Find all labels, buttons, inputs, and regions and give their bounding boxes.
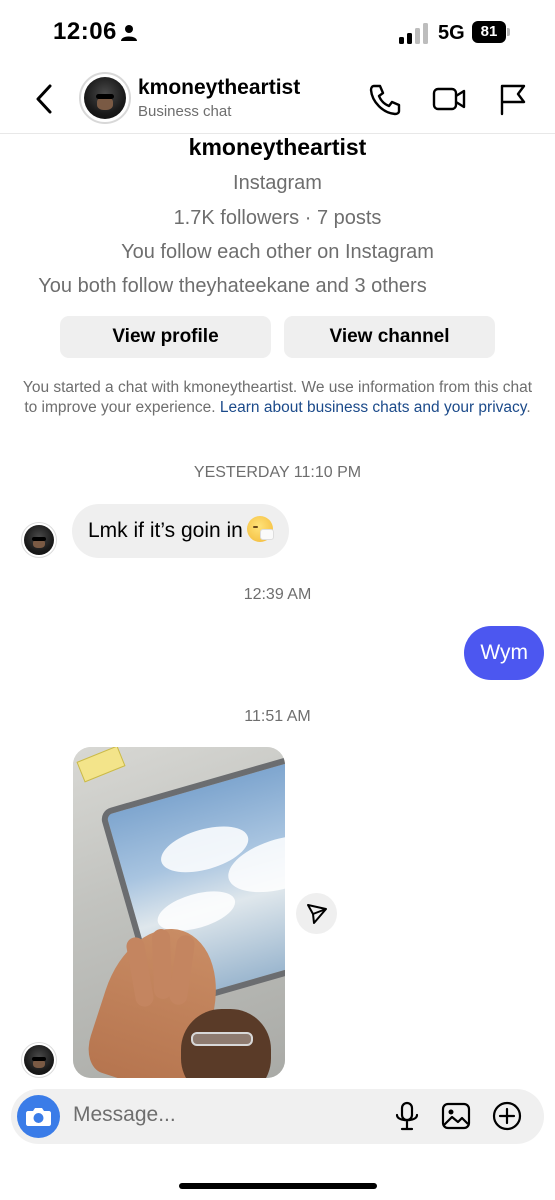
camera-button[interactable] xyxy=(17,1095,60,1138)
avatar[interactable] xyxy=(21,1042,57,1078)
flag-icon[interactable] xyxy=(496,82,530,116)
profile-both-follow[interactable]: You both follow theyhateekane and 3 othe… xyxy=(0,275,510,298)
status-bar: 12:06 5G 81 xyxy=(0,0,555,66)
timestamp: 12:39 AM xyxy=(243,586,312,603)
chat-header: kmoneytheartist Business chat xyxy=(0,66,555,134)
battery-level: 81 xyxy=(472,21,506,43)
photo-message[interactable] xyxy=(73,747,285,1078)
message-input[interactable]: Message... xyxy=(73,1103,176,1127)
timestamp: 11:51 AM xyxy=(244,708,311,725)
header-subtitle: Business chat xyxy=(138,103,232,120)
avatar[interactable] xyxy=(21,522,57,558)
signal-icon xyxy=(399,23,428,44)
message-composer: Message... xyxy=(11,1089,544,1144)
status-time: 12:06 xyxy=(53,18,117,45)
network-label: 5G xyxy=(438,22,465,44)
message-text: Wym xyxy=(480,641,528,664)
avatar[interactable] xyxy=(79,72,131,124)
outgoing-message[interactable]: Wym xyxy=(464,626,544,680)
camera-icon xyxy=(26,1108,51,1126)
business-chat-notice: You started a chat with kmoneytheartist.… xyxy=(16,378,539,418)
image-icon[interactable] xyxy=(440,1100,472,1132)
share-button[interactable] xyxy=(296,893,337,934)
phone-icon[interactable] xyxy=(368,82,402,116)
message-text: Lmk if it’s goin in xyxy=(88,519,243,542)
microphone-icon[interactable] xyxy=(391,1100,423,1132)
notice-suffix: . xyxy=(526,399,531,416)
sneezing-face-emoji xyxy=(246,516,274,542)
view-channel-button[interactable]: View channel xyxy=(284,316,495,358)
home-indicator[interactable] xyxy=(179,1183,377,1189)
privacy-link[interactable]: Learn about business chats and your priv… xyxy=(220,399,526,416)
timestamp: YESTERDAY 11:10 PM xyxy=(193,464,362,481)
chat-screen: 12:06 5G 81 kmoneytheartist Business cha… xyxy=(0,0,555,1200)
back-chevron-icon[interactable] xyxy=(30,82,60,116)
header-name[interactable]: kmoneytheartist xyxy=(138,76,300,100)
battery-tip xyxy=(507,28,510,36)
plus-icon[interactable] xyxy=(491,1100,523,1132)
send-icon xyxy=(307,904,327,924)
profile-stats: 1.7K followers · 7 posts xyxy=(173,207,382,229)
video-camera-icon[interactable] xyxy=(432,82,466,116)
profile-mutual: You follow each other on Instagram xyxy=(121,241,434,263)
profile-name: kmoneytheartist xyxy=(188,134,367,160)
battery-icon: 81 xyxy=(472,21,510,43)
person-icon xyxy=(121,25,137,41)
view-profile-button[interactable]: View profile xyxy=(60,316,271,358)
incoming-message[interactable]: Lmk if it’s goin in xyxy=(72,504,289,558)
profile-platform: Instagram xyxy=(233,172,322,194)
